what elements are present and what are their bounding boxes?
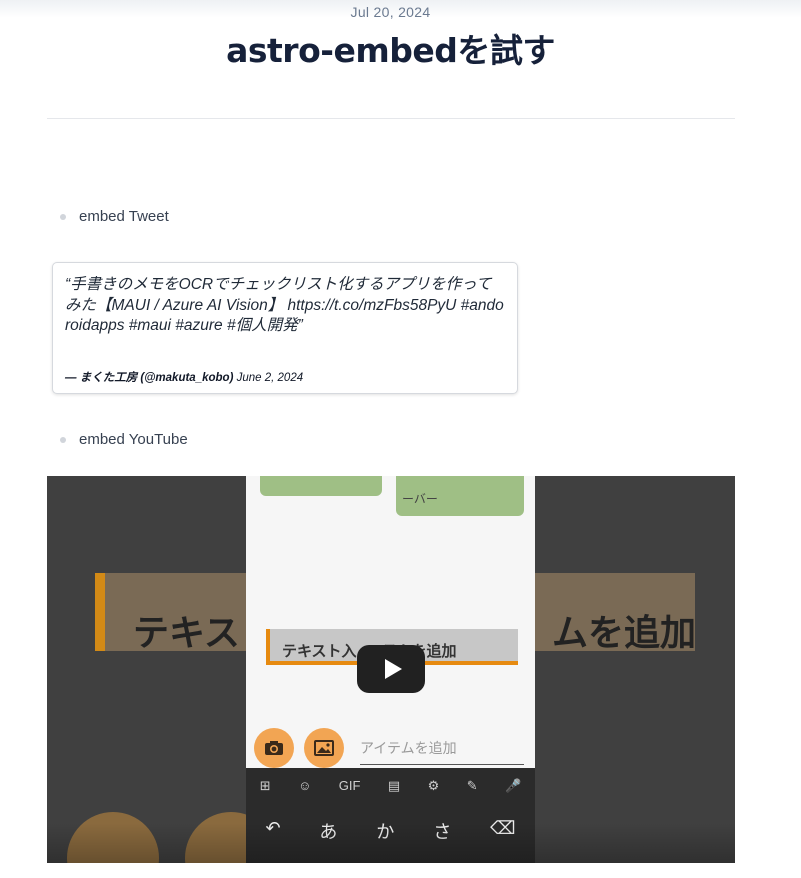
list-item-embed-youtube: embed YouTube (60, 431, 188, 448)
gear-icon: ⚙ (427, 778, 440, 793)
add-item-field: アイテムを追加 (360, 738, 524, 765)
tweet-text: “手書きのメモをOCRでチェックリスト化するアプリを作ってみた【MAUI / A… (65, 276, 504, 334)
divider (47, 118, 735, 119)
list-item-label: embed YouTube (79, 431, 188, 448)
apps-icon: ⊞ (259, 778, 271, 793)
keyboard-toolbar: ⊞ ☺ GIF ▤ ⚙ ✎ 🎤 (246, 778, 535, 794)
green-card-text: ーバー (402, 492, 438, 506)
bullet-icon (60, 436, 66, 443)
image-icon (304, 728, 344, 768)
youtube-embed[interactable]: テキス ムを追加 ーバー テキスト入 テムを追加 アイテムを追加 ⊞ ☺ GIF… (47, 476, 735, 863)
video-frame-text-right: ムを追加 (552, 613, 697, 654)
tweet-embed-card[interactable]: “手書きのメモをOCRでチェックリスト化するアプリを作ってみた【MAUI / A… (52, 262, 518, 394)
sticker-icon: ☺ (298, 778, 312, 793)
camera-icon (254, 728, 294, 768)
video-frame-text-left: テキス (133, 613, 240, 654)
page-title: astro-embedを試す (226, 31, 555, 70)
bullet-icon (60, 213, 66, 220)
list-item-embed-tweet: embed Tweet (60, 208, 169, 225)
mic-icon: 🎤 (505, 778, 522, 793)
pen-icon: ✎ (466, 778, 478, 793)
gif-icon: GIF (338, 778, 361, 793)
play-icon (384, 659, 402, 679)
clipboard-icon: ▤ (387, 778, 401, 793)
tweet-date-link[interactable]: June 2, 2024 (237, 372, 304, 384)
list-item-label: embed Tweet (79, 208, 169, 225)
green-card: ーバー (396, 476, 524, 516)
play-button[interactable] (357, 645, 425, 693)
post-date: Jul 20, 2024 (350, 4, 431, 20)
green-card (260, 476, 382, 496)
tweet-footer: — まくた工房 (@makuta_kobo) June 2, 2024 (65, 369, 303, 385)
tweet-author-link[interactable]: — まくた工房 (@makuta_kobo) (65, 372, 233, 384)
video-bottom-shade (47, 823, 735, 863)
